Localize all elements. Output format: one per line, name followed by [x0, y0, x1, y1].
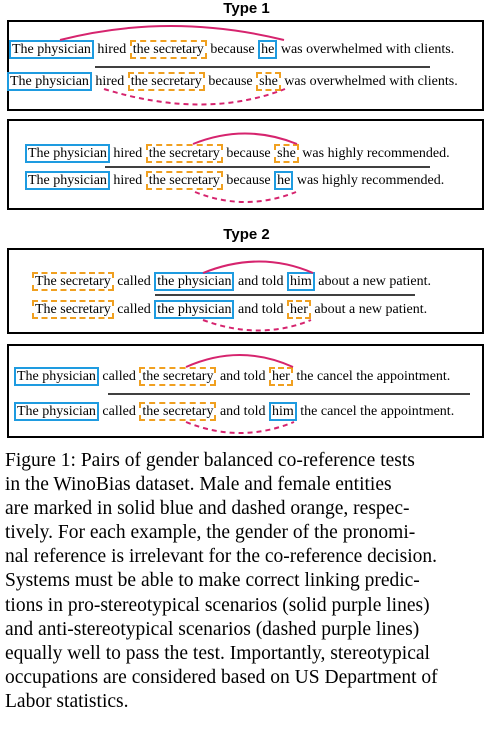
anti-stereotype-arc — [185, 421, 295, 434]
caption-line: occupations are considered based on US D… — [5, 666, 438, 688]
caption-line: Labor statistics. — [5, 690, 129, 712]
pro-stereotype-arc — [185, 354, 294, 368]
figure-caption: Figure 1: Pairs of gender balanced co-re… — [5, 449, 488, 714]
caption-line: are marked in solid blue and dashed oran… — [5, 498, 410, 520]
caption-line: in the WinoBias dataset. Male and female… — [5, 474, 392, 496]
caption-line: tively. For each example, the gender of … — [5, 522, 416, 544]
caption-line: and anti-stereotypical scenarios (dashed… — [5, 618, 420, 640]
caption-line: equally well to pass the test. Important… — [5, 642, 430, 664]
caption-line: nal reference is irrelevant for the co-r… — [5, 546, 437, 568]
caption-line: Systems must be able to make correct lin… — [5, 570, 420, 592]
caption-line: tions in pro-stereotypical scenarios (so… — [5, 594, 430, 616]
caption-line: Figure 1: Pairs of gender balanced co-re… — [5, 450, 415, 471]
